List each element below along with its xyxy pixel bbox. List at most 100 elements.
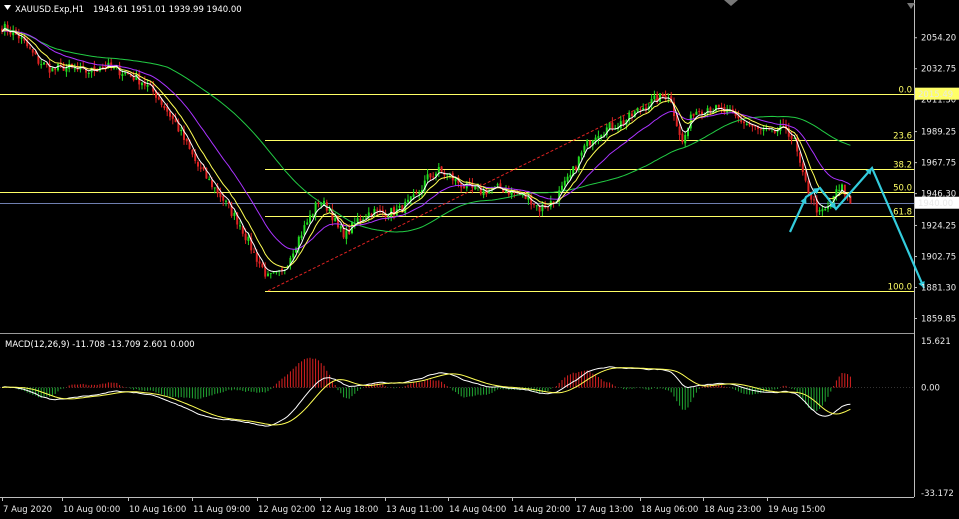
candle-body	[317, 202, 320, 204]
candle-body	[197, 162, 199, 167]
candle-body	[292, 253, 295, 258]
candle-body	[807, 180, 810, 194]
candle-body	[222, 195, 225, 201]
candle-body	[54, 68, 57, 70]
candle-body	[608, 122, 611, 129]
chart-canvas[interactable]: 0.0 23.6 38.2 50.0 61.8 100.0 2054.20 2032.75 20…	[0, 0, 959, 519]
candle-body	[157, 97, 160, 100]
candle-body	[303, 225, 306, 235]
price-axis-label: 1859.85	[921, 315, 956, 325]
candle-body	[225, 200, 227, 202]
candle-body	[678, 126, 681, 135]
candle-body	[255, 253, 258, 262]
candle-body	[463, 186, 465, 189]
candle-body	[813, 199, 815, 201]
macd-axis-label: 15.621	[921, 337, 951, 347]
candle-body	[821, 209, 824, 212]
fib-label-23.6: 23.6	[893, 132, 912, 142]
candle-body	[759, 128, 762, 130]
candle-body	[804, 172, 807, 181]
chart-shift-marker[interactable]	[724, 0, 738, 6]
candle-body	[359, 218, 362, 221]
candle-body	[379, 209, 381, 211]
candle-body	[566, 176, 569, 182]
candle-body	[496, 184, 499, 186]
candle-body	[185, 138, 188, 142]
candle-body	[194, 153, 197, 162]
candle-body	[199, 167, 202, 169]
candle-body	[535, 205, 538, 207]
candle-body	[51, 67, 54, 72]
fib-label-61.8: 61.8	[893, 208, 912, 218]
candle-body	[191, 149, 194, 155]
candle-body	[790, 135, 793, 139]
candle-body	[432, 176, 435, 178]
price-axis-label: 1967.75	[921, 159, 956, 169]
candle-body	[524, 193, 527, 199]
macd-line	[1, 366, 851, 427]
candle-body	[219, 192, 222, 198]
candle-body	[841, 184, 843, 191]
time-axis-label: 18 Aug 23:00	[704, 505, 761, 515]
candle-body	[412, 194, 415, 198]
time-axis-label: 12 Aug 02:00	[258, 505, 315, 515]
candle-body	[233, 212, 236, 217]
candle-body	[589, 140, 591, 146]
scale-fix-icon[interactable]	[907, 3, 915, 9]
candle-body	[40, 64, 43, 66]
candle-body	[65, 67, 68, 72]
candle-body	[426, 174, 429, 180]
candle-body	[146, 84, 149, 87]
candle-body	[695, 111, 698, 115]
macd-axis-label: 0.00	[921, 384, 940, 394]
macd-header: MACD(12,26,9) -11.708 -13.709 2.601 0.00…	[5, 340, 195, 350]
candle-body	[211, 180, 213, 188]
candle-body	[611, 122, 614, 130]
candle-body	[244, 233, 247, 241]
candle-body	[701, 111, 703, 115]
time-axis-label: 14 Aug 20:00	[513, 505, 570, 515]
candle-body	[309, 215, 311, 223]
price-axis-label: 1989.25	[921, 128, 956, 138]
fib-label-38.2: 38.2	[893, 161, 912, 171]
candle-body	[258, 261, 261, 264]
candle-body	[552, 201, 555, 203]
candle-body	[418, 193, 421, 195]
candle-body	[762, 129, 765, 131]
fib-top-price-badge: 2015.49	[918, 90, 953, 100]
time-axis-label: 13 Aug 11:00	[386, 505, 443, 515]
candle-body	[639, 109, 642, 111]
candle-body	[622, 120, 625, 125]
candle-body	[429, 173, 432, 178]
symbol-dropdown-icon[interactable]	[4, 5, 11, 10]
candle-body	[561, 185, 563, 190]
candle-body	[653, 95, 656, 99]
candle-body	[661, 94, 664, 97]
candle-body	[73, 68, 76, 70]
time-axis-label: 14 Aug 04:00	[449, 505, 506, 515]
price-axis-label: 1902.75	[921, 253, 956, 263]
candle-body	[311, 214, 314, 216]
candle-body	[437, 167, 440, 173]
candle-body	[642, 107, 645, 110]
chart-window[interactable]: 0.0 23.6 38.2 50.0 61.8 100.0 2054.20 2032.75 20…	[0, 0, 959, 519]
candle-body	[415, 193, 418, 195]
time-axis-label: 12 Aug 18:00	[321, 505, 378, 515]
fib-label-50.0: 50.0	[893, 184, 912, 194]
candle-body	[269, 273, 272, 275]
candle-body	[171, 115, 174, 119]
symbol-label: XAUUSD.Exp,H1	[15, 5, 84, 15]
candle-body	[636, 108, 639, 112]
current-price-badge: 1940.00	[918, 199, 953, 209]
fib-label-0.0: 0.0	[898, 86, 912, 96]
candle-body	[306, 222, 309, 225]
time-axis-label: 10 Aug 16:00	[129, 505, 186, 515]
candle-body	[659, 93, 661, 102]
time-axis-label: 19 Aug 15:00	[768, 505, 825, 515]
candle-body	[801, 163, 804, 173]
candle-body	[692, 113, 695, 117]
candle-body	[563, 180, 566, 186]
candle-body	[239, 225, 241, 227]
candle-body	[121, 74, 124, 76]
candle-body	[698, 111, 701, 113]
